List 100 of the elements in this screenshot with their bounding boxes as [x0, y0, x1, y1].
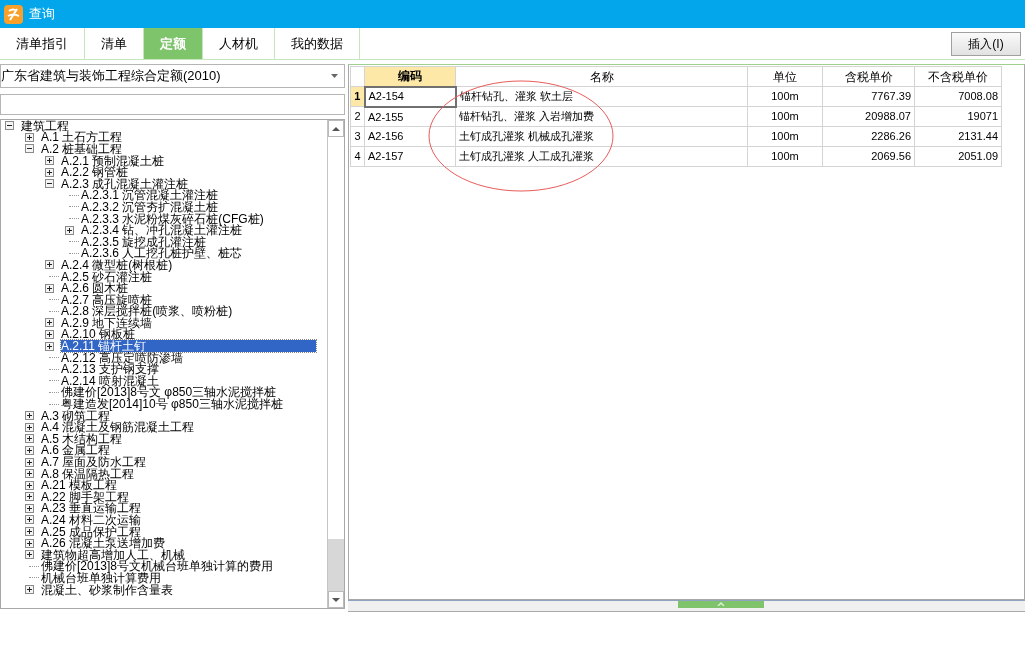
table-cell: 锚杆钻孔、灌浆 软土层 [455, 86, 748, 107]
expand-toggle-icon[interactable] [25, 457, 34, 467]
tree-item[interactable]: 佛建价[2013]8号文 φ850三轴水泥搅拌桩 [61, 386, 277, 399]
column-header[interactable]: 名称 [455, 66, 748, 87]
expand-toggle-icon[interactable] [25, 445, 34, 455]
expand-toggle-icon[interactable] [45, 167, 54, 177]
expand-toggle-icon[interactable] [25, 550, 34, 560]
column-header[interactable]: 不含税单价 [914, 66, 1002, 87]
tree-item[interactable]: A.4 混凝土及钢筋混凝土工程 [41, 421, 195, 434]
expand-toggle-icon[interactable] [25, 527, 34, 537]
row-number[interactable]: 2 [350, 106, 365, 127]
app-logo-icon [4, 4, 23, 24]
tree-item[interactable]: A.2.6 圆木桩 [61, 282, 129, 295]
library-select[interactable]: 广东省建筑与装饰工程综合定额(2010) [0, 64, 345, 88]
table-cell: 100m [747, 146, 823, 167]
tree-item[interactable]: A.6 金属工程 [41, 444, 111, 457]
tree-item[interactable]: A.2.3 成孔混凝土灌注桩 [61, 177, 189, 190]
tree-item[interactable]: A.2.3.3 水泥粉煤灰碎石桩(CFG桩) [81, 212, 264, 225]
tree-item[interactable]: A.25 成品保护工程 [41, 525, 142, 538]
expand-toggle-icon[interactable] [45, 341, 54, 351]
expand-toggle-icon[interactable] [25, 422, 34, 432]
tree-item[interactable]: A.2.8 深层搅拌桩(喷浆、喷粉桩) [61, 305, 233, 318]
tree-item[interactable]: 混凝土、砂浆制作含量表 [41, 583, 173, 596]
tree-item[interactable]: 佛建价[2013]8号文机械台班单独计算的费用 [41, 560, 274, 573]
up-arrow-icon [332, 126, 340, 131]
collapse-toggle-icon[interactable] [25, 144, 34, 154]
tree-item[interactable]: A.23 垂直运输工程 [41, 502, 142, 515]
tree-item[interactable]: A.24 材料二次运输 [41, 514, 142, 526]
tree-item[interactable]: A.2.10 钢板桩 [61, 328, 136, 341]
tree-item[interactable]: A.2.7 高压旋喷桩 [61, 293, 153, 306]
table-cell: 土钉成孔灌浆 机械成孔灌浆 [455, 126, 748, 147]
collapse-toggle-icon[interactable] [5, 121, 14, 131]
column-header[interactable]: 单位 [747, 66, 823, 87]
expand-toggle-icon[interactable] [25, 411, 34, 421]
tree-item[interactable]: A.2.3.4 钻、冲孔混凝土灌注桩 [81, 224, 243, 237]
tree-item[interactable]: A.2.2 钢管桩 [61, 166, 129, 179]
tree-item[interactable]: A.2.13 支护钢支撑 [61, 363, 160, 376]
expand-toggle-icon[interactable] [25, 480, 34, 490]
table-cell: A2-157 [364, 146, 456, 167]
table-cell: A2-156 [364, 126, 456, 147]
tree-item[interactable]: A.2.14 喷射混凝土 [61, 374, 160, 387]
scroll-down-button[interactable] [328, 591, 344, 608]
tree-item[interactable]: A.2.12 高压定喷防渗墙 [61, 351, 184, 364]
expand-toggle-icon[interactable] [45, 156, 54, 166]
tree-item[interactable]: A.2.3.1 沉管混凝土灌注桩 [81, 189, 219, 202]
dropdown-arrow-icon [331, 74, 338, 78]
tree-item[interactable]: A.7 屋面及防水工程 [41, 456, 147, 468]
scroll-up-button[interactable] [328, 120, 344, 137]
scroll-thumb[interactable] [328, 539, 344, 591]
tree-item[interactable]: A.2.1 预制混凝土桩 [61, 154, 165, 167]
tree-item[interactable]: A.2.11 锚杆土钉 [61, 340, 317, 353]
expand-toggle-icon[interactable] [25, 492, 34, 502]
expand-toggle-icon[interactable] [25, 515, 34, 525]
tree-item[interactable]: A.2.3.2 沉管夯扩混凝土桩 [81, 200, 219, 213]
scrollbar[interactable] [327, 120, 344, 608]
table-cell: 19071 [914, 106, 1002, 127]
down-arrow-icon [332, 597, 340, 602]
expand-toggle-icon[interactable] [25, 132, 34, 142]
table-cell: 100m [747, 106, 823, 127]
row-number[interactable]: 1 [350, 86, 365, 107]
tree-item[interactable]: A.2.3.6 人工挖孔桩护壁、桩芯 [81, 247, 243, 260]
expand-toggle-icon[interactable] [45, 260, 54, 270]
tree-item[interactable]: A.22 脚手架工程 [41, 490, 130, 503]
tree-item[interactable]: A.2.3.5 旋挖成孔灌注桩 [81, 235, 207, 248]
column-header[interactable]: 编码 [364, 66, 456, 87]
expand-toggle-icon[interactable] [45, 283, 54, 293]
expand-toggle-icon[interactable] [25, 538, 34, 548]
tree-item[interactable]: A.5 木结构工程 [41, 432, 123, 445]
expand-toggle-icon[interactable] [25, 469, 34, 479]
window-title: 查询 [29, 5, 55, 24]
tree-item[interactable]: 粤建造发[2014]10号 φ850三轴水泥搅拌桩 [61, 398, 283, 411]
tree-item[interactable]: 建筑物超高增加人工、机械 [41, 548, 185, 561]
table-cell: 土钉成孔灌浆 人工成孔灌浆 [455, 146, 748, 167]
expand-toggle-icon[interactable] [65, 225, 74, 235]
table-cell: 2131.44 [914, 126, 1002, 147]
table-cell: 2069.56 [822, 146, 915, 167]
expand-toggle-icon[interactable] [45, 318, 54, 328]
tree-item[interactable]: A.2 桩基础工程 [41, 143, 123, 155]
expand-toggle-icon[interactable] [25, 503, 34, 513]
tree-item[interactable]: A.2.5 砂石灌注桩 [61, 270, 153, 283]
collapse-handle[interactable] [678, 601, 764, 608]
table-cell: 2286.26 [822, 126, 915, 147]
tree-item[interactable]: A.2.4 微型桩(树根桩) [61, 258, 173, 271]
tree-item[interactable]: A.2.9 地下连续墙 [61, 316, 153, 329]
collapse-toggle-icon[interactable] [45, 179, 54, 189]
expand-toggle-icon[interactable] [25, 434, 34, 444]
tree-item[interactable]: A.8 保温隔热工程 [41, 467, 135, 480]
expand-toggle-icon[interactable] [25, 585, 34, 595]
expand-toggle-icon[interactable] [45, 330, 54, 339]
tree-item[interactable]: A.3 砌筑工程 [41, 409, 111, 422]
tree-item[interactable]: A.26 混凝土泵送增加费 [41, 537, 166, 550]
tree-item[interactable]: A.21 模板工程 [41, 479, 118, 492]
column-header[interactable]: 含税单价 [822, 66, 915, 87]
row-number[interactable]: 4 [350, 146, 365, 167]
insert-button[interactable]: 插入(I) [951, 31, 1021, 56]
tree-item[interactable]: 机械台班单独计算费用 [41, 571, 161, 584]
search-field[interactable] [0, 94, 345, 115]
tree-item[interactable]: 建筑工程 [21, 120, 69, 132]
row-number[interactable]: 3 [350, 126, 365, 147]
tree-item[interactable]: A.1 土石方工程 [41, 131, 123, 144]
